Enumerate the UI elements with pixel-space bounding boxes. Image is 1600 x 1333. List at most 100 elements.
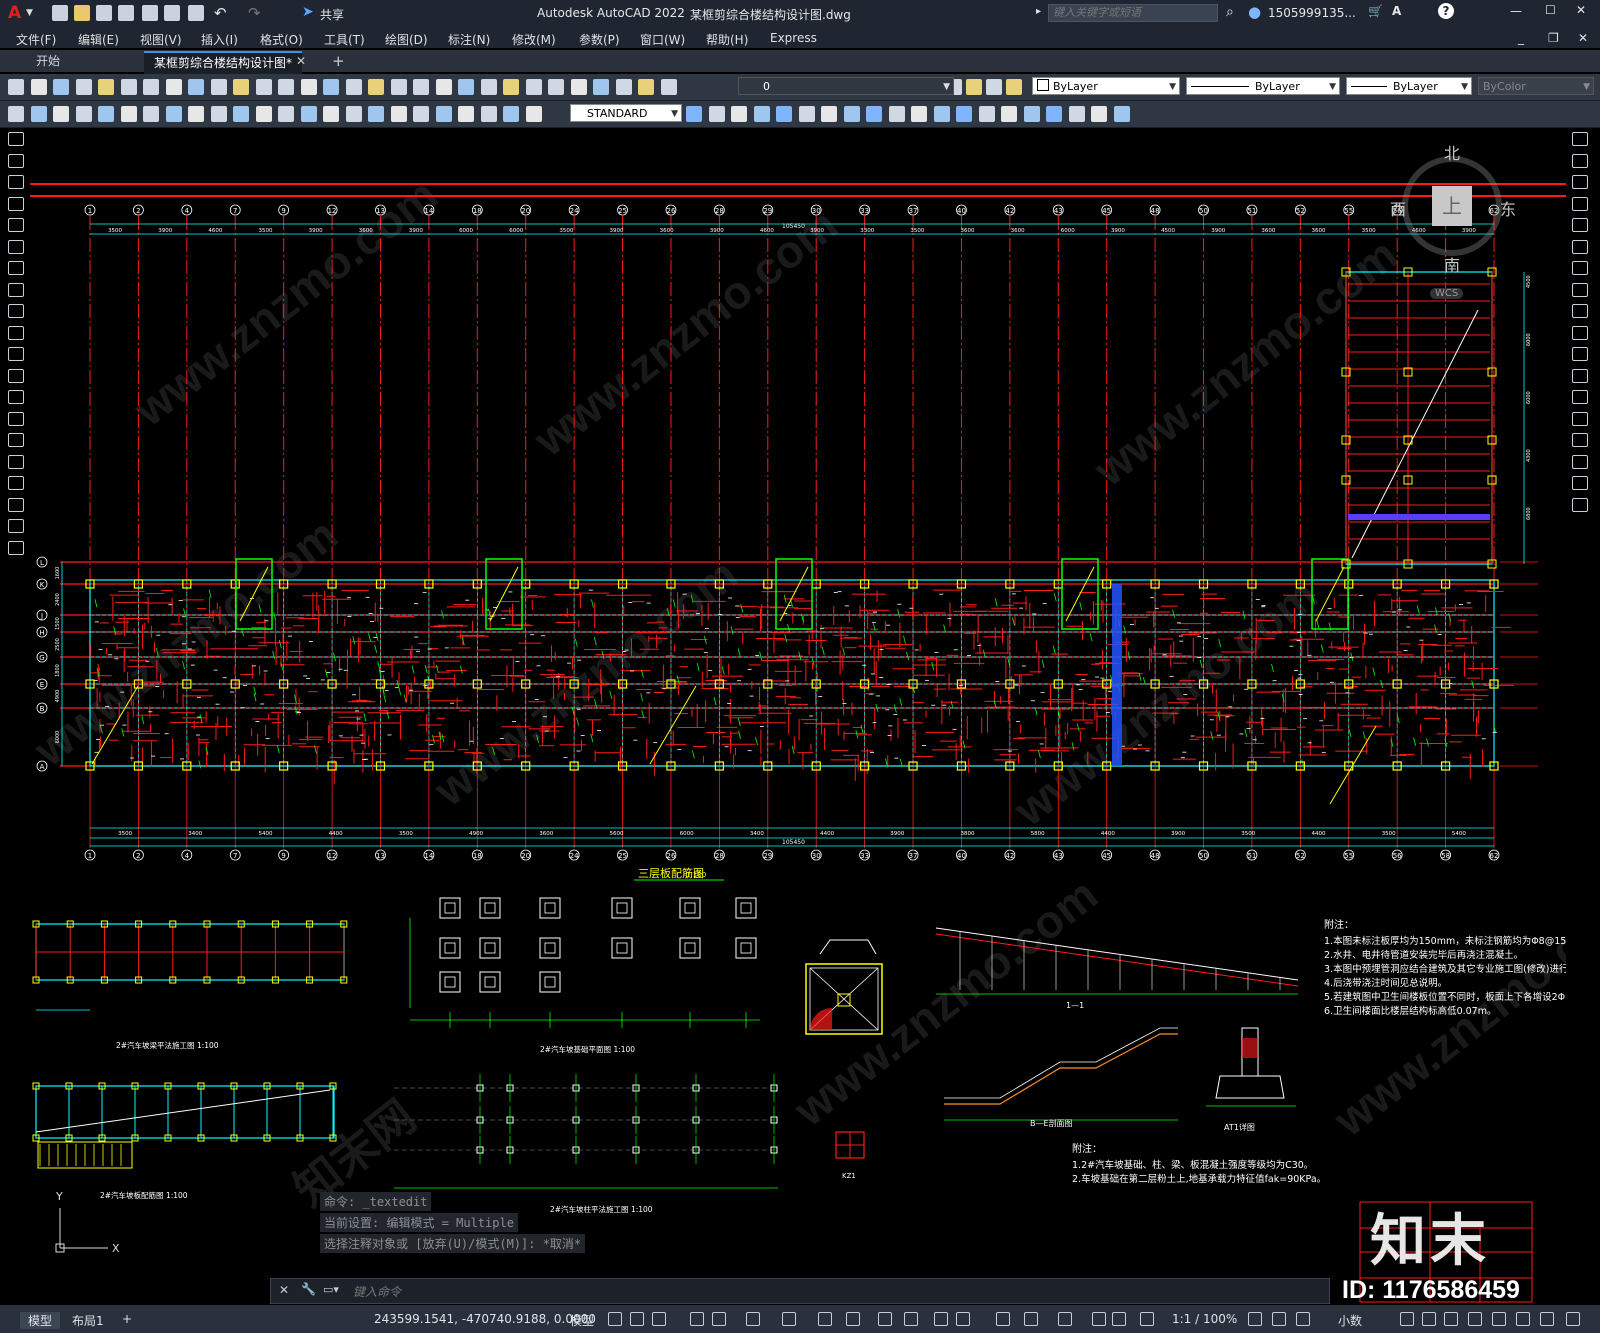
standard-tool-icon[interactable] [75,79,92,95]
modify-tool-icon[interactable] [1001,106,1017,122]
standard-tool-icon[interactable] [548,79,564,95]
minimize-icon[interactable]: — [1510,4,1522,18]
modify-tool-icon[interactable] [708,106,725,122]
draw-tool-icon[interactable] [8,261,24,275]
menu-tools[interactable]: 工具(T) [324,31,365,48]
status-toggle-icon[interactable] [846,1312,860,1326]
modify-tool-icon[interactable] [843,106,860,122]
draw-tool-icon[interactable] [8,476,24,490]
modify-tool-icon[interactable] [1572,411,1588,426]
menu-express[interactable]: Express [770,31,817,45]
standard-tool-icon[interactable] [120,79,137,95]
modify-tool-icon[interactable] [686,106,702,122]
tab-model[interactable]: 模型 [20,1312,61,1329]
dimension-tool-icon[interactable] [98,106,114,122]
command-prompt-icon[interactable]: ▭▾ [323,1283,339,1296]
layer-tool-icon[interactable] [986,79,1002,95]
save-icon[interactable] [96,5,112,21]
modify-tool-icon[interactable] [1572,239,1588,254]
standard-tool-icon[interactable] [233,79,249,95]
draw-tool-icon[interactable] [8,433,24,447]
menu-edit[interactable]: 编辑(E) [78,31,119,48]
draw-tool-icon[interactable] [8,153,24,168]
plot-icon[interactable] [188,5,204,21]
draw-tool-icon[interactable] [8,196,24,211]
status-toggle-icon[interactable] [996,1312,1010,1326]
modify-tool-icon[interactable] [731,106,747,122]
modify-tool-icon[interactable] [933,106,950,122]
draw-tool-icon[interactable] [8,132,24,146]
standard-tool-icon[interactable] [660,79,677,95]
compass-south[interactable]: 南 [1444,252,1460,276]
view-cube-top-face[interactable]: 上 [1432,186,1472,226]
new-tab-icon[interactable]: + [332,52,345,70]
dimension-tool-icon[interactable] [120,106,137,122]
standard-tool-icon[interactable] [8,79,24,95]
standard-tool-icon[interactable] [413,79,429,95]
status-toggle-icon[interactable] [1516,1312,1530,1326]
user-icon[interactable]: ● [1248,3,1261,21]
open-web-icon[interactable] [142,5,158,21]
search-input[interactable] [1048,4,1218,22]
dimension-tool-icon[interactable] [503,106,519,122]
linetype-dropdown[interactable]: ByLayer ▼ [1186,77,1340,95]
standard-tool-icon[interactable] [278,79,294,95]
drawing-canvas[interactable]: www.znzmo.com www.znzmo.com www.znzmo.co… [23,128,1600,1304]
modify-tool-icon[interactable] [1572,196,1588,211]
text-style-dropdown[interactable]: STANDARD ▼ [570,104,682,122]
tab-start[interactable]: 开始 [26,51,70,72]
command-input[interactable] [351,1282,1315,1301]
status-toggle-icon[interactable] [712,1312,726,1326]
share-button[interactable]: 共享 [320,6,344,23]
draw-tool-icon[interactable] [8,304,24,318]
modify-tool-icon[interactable] [1572,325,1588,340]
tab-layout1[interactable]: 布局1 [72,1312,104,1329]
status-toggle-icon[interactable] [1400,1312,1414,1326]
modify-tool-icon[interactable] [956,106,972,122]
modify-tool-icon[interactable] [798,106,815,122]
dimension-tool-icon[interactable] [143,106,159,122]
modify-tool-icon[interactable] [1572,390,1588,404]
standard-tool-icon[interactable] [30,79,47,95]
standard-tool-icon[interactable] [615,79,632,95]
standard-tool-icon[interactable] [480,79,497,95]
cart-icon[interactable]: 🛒 [1368,4,1383,18]
draw-tool-icon[interactable] [8,454,24,469]
modify-tool-icon[interactable] [978,106,995,122]
plotstyle-dropdown[interactable]: ByColor ▼ [1478,77,1594,95]
maximize-icon[interactable]: ☐ [1545,3,1556,17]
draw-tool-icon[interactable] [8,368,24,383]
dimension-tool-icon[interactable] [390,106,407,122]
standard-tool-icon[interactable] [255,79,272,95]
modify-tool-icon[interactable] [1572,433,1588,447]
modify-tool-icon[interactable] [1572,218,1588,232]
new-file-icon[interactable] [52,5,68,21]
dimension-tool-icon[interactable] [75,106,92,122]
dimension-tool-icon[interactable] [188,106,204,122]
color-dropdown[interactable]: ByLayer ▼ [1032,77,1180,95]
standard-tool-icon[interactable] [210,79,227,95]
status-toggle-icon[interactable] [652,1312,666,1326]
standard-tool-icon[interactable] [165,79,182,95]
compass-north[interactable]: 北 [1444,140,1460,164]
modify-tool-icon[interactable] [1572,476,1588,490]
dimension-tool-icon[interactable] [8,106,24,122]
menu-insert[interactable]: 插入(I) [201,31,238,48]
dimension-tool-icon[interactable] [255,106,272,122]
dimension-tool-icon[interactable] [435,106,452,122]
add-layout-icon[interactable]: + [122,1312,132,1326]
status-toggle-icon[interactable] [1468,1312,1482,1326]
status-toggle-icon[interactable] [1444,1312,1458,1326]
layer-tool-icon[interactable] [966,79,982,95]
menu-view[interactable]: 视图(V) [140,31,182,48]
modify-tool-icon[interactable] [1572,153,1588,168]
status-toggle-icon[interactable] [1422,1312,1436,1326]
app-logo[interactable]: A [8,3,21,23]
command-customize-icon[interactable]: 🔧 [301,1282,316,1296]
dimension-tool-icon[interactable] [413,106,429,122]
menu-format[interactable]: 格式(O) [260,31,303,48]
search-arrow-icon[interactable]: ▸ [1036,6,1041,17]
modify-tool-icon[interactable] [1091,106,1107,122]
search-icon[interactable]: ⌕ [1226,4,1234,20]
dimension-tool-icon[interactable] [300,106,317,122]
